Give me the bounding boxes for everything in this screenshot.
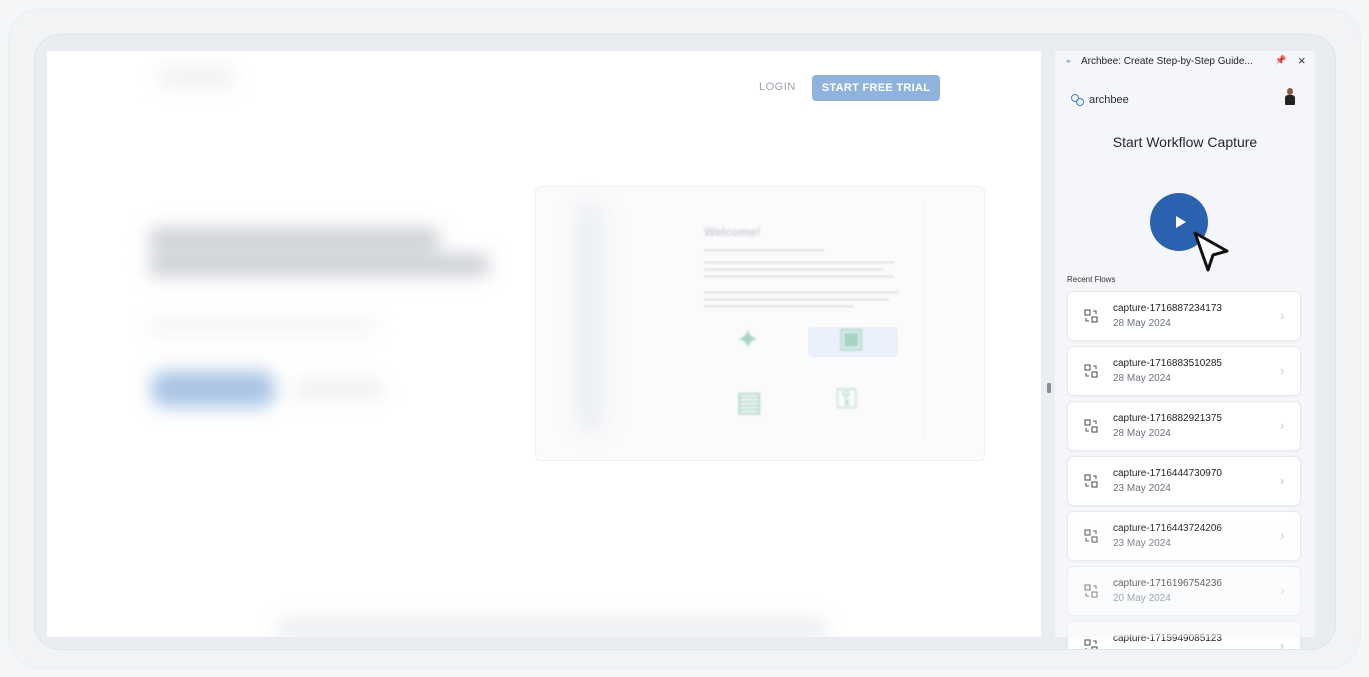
- preview-key-icon: ⚿: [836, 383, 858, 414]
- site-logo[interactable]: [157, 66, 237, 88]
- extension-side-panel: ⚭ Archbee: Create Step-by-Step Guide... …: [1055, 51, 1315, 649]
- page-footer-bar: [277, 621, 827, 635]
- chevron-right-icon: ›: [1280, 363, 1285, 378]
- flow-name: capture-1716883510285: [1113, 358, 1222, 369]
- flow-name: capture-1715949085123: [1113, 633, 1222, 644]
- flow-name: capture-1716887234173: [1113, 303, 1222, 314]
- list-item[interactable]: capture-1716196754236 20 May 2024 ›: [1067, 566, 1301, 616]
- list-item[interactable]: capture-1716882921375 28 May 2024 ›: [1067, 401, 1301, 451]
- capture-icon: [1084, 419, 1098, 433]
- flow-date: 28 May 2024: [1113, 428, 1171, 439]
- browser-frame: LOGIN START FREE TRIAL Welcome! ✦ ▣ ▤ ⚿: [34, 34, 1336, 650]
- hero-title: [139, 219, 499, 281]
- flow-date: 20 May 2024: [1113, 593, 1171, 604]
- chevron-right-icon: ›: [1280, 583, 1285, 598]
- preview-sidebar: [576, 202, 604, 432]
- list-item[interactable]: capture-1716444730970 23 May 2024 ›: [1067, 456, 1301, 506]
- archbee-logo-icon: [1071, 94, 1085, 106]
- archbee-brand[interactable]: archbee: [1071, 94, 1129, 106]
- flow-name: capture-1716444730970: [1113, 468, 1222, 479]
- puzzle-icon: ⚭: [1065, 57, 1072, 66]
- chevron-right-icon: ›: [1280, 308, 1285, 323]
- preview-welcome-heading: Welcome!: [704, 225, 761, 239]
- hero-cta-button[interactable]: [151, 371, 275, 407]
- flow-date: 23 May 2024: [1113, 538, 1171, 549]
- capture-icon: [1084, 309, 1098, 323]
- preview-chip-icon: ▣: [838, 322, 865, 353]
- recent-flows-label: Recent Flows: [1067, 275, 1116, 284]
- preview-tools-icon: ✦: [736, 324, 760, 355]
- flow-date: 23 May 2024: [1113, 483, 1171, 494]
- preview-doc-icon: ▤: [736, 386, 763, 417]
- list-item[interactable]: capture-1716883510285 28 May 2024 ›: [1067, 346, 1301, 396]
- flow-date: 28 May 2024: [1113, 373, 1171, 384]
- close-icon[interactable]: ×: [1298, 53, 1306, 68]
- list-item[interactable]: capture-1716443724206 23 May 2024 ›: [1067, 511, 1301, 561]
- product-preview-card: Welcome! ✦ ▣ ▤ ⚿: [535, 186, 985, 461]
- preview-scroll-area: [924, 202, 944, 437]
- flow-name: capture-1716443724206: [1113, 523, 1222, 534]
- panel-resize-handle[interactable]: [1047, 383, 1051, 393]
- start-capture-heading: Start Workflow Capture: [1112, 134, 1258, 150]
- start-free-trial-button[interactable]: START FREE TRIAL: [812, 75, 940, 101]
- avatar[interactable]: [1283, 88, 1297, 106]
- chevron-right-icon: ›: [1280, 528, 1285, 543]
- cursor-icon: [1193, 231, 1229, 272]
- capture-icon: [1084, 529, 1098, 543]
- flow-date: 28 May 2024: [1113, 318, 1171, 329]
- capture-icon: [1084, 364, 1098, 378]
- list-item[interactable]: capture-1716887234173 28 May 2024 ›: [1067, 291, 1301, 341]
- website-page: LOGIN START FREE TRIAL Welcome! ✦ ▣ ▤ ⚿: [47, 51, 1041, 637]
- flow-name: capture-1716196754236: [1113, 578, 1222, 589]
- chevron-right-icon: ›: [1280, 638, 1285, 650]
- brand-name: archbee: [1089, 94, 1129, 106]
- chevron-right-icon: ›: [1280, 473, 1285, 488]
- hero-secondary-link[interactable]: [293, 381, 383, 397]
- capture-icon: [1084, 474, 1098, 488]
- play-icon: [1175, 216, 1186, 228]
- login-link[interactable]: LOGIN: [759, 81, 796, 93]
- chevron-right-icon: ›: [1280, 418, 1285, 433]
- capture-icon: [1084, 639, 1098, 649]
- hero-subtitle: [147, 321, 377, 331]
- pin-icon[interactable]: 📌: [1275, 55, 1286, 66]
- panel-window-title: Archbee: Create Step-by-Step Guide...: [1081, 56, 1253, 67]
- list-item[interactable]: capture-1715949085123 ›: [1067, 621, 1301, 650]
- capture-icon: [1084, 584, 1098, 598]
- flow-name: capture-1716882921375: [1113, 413, 1222, 424]
- panel-header: ⚭ Archbee: Create Step-by-Step Guide... …: [1055, 51, 1315, 73]
